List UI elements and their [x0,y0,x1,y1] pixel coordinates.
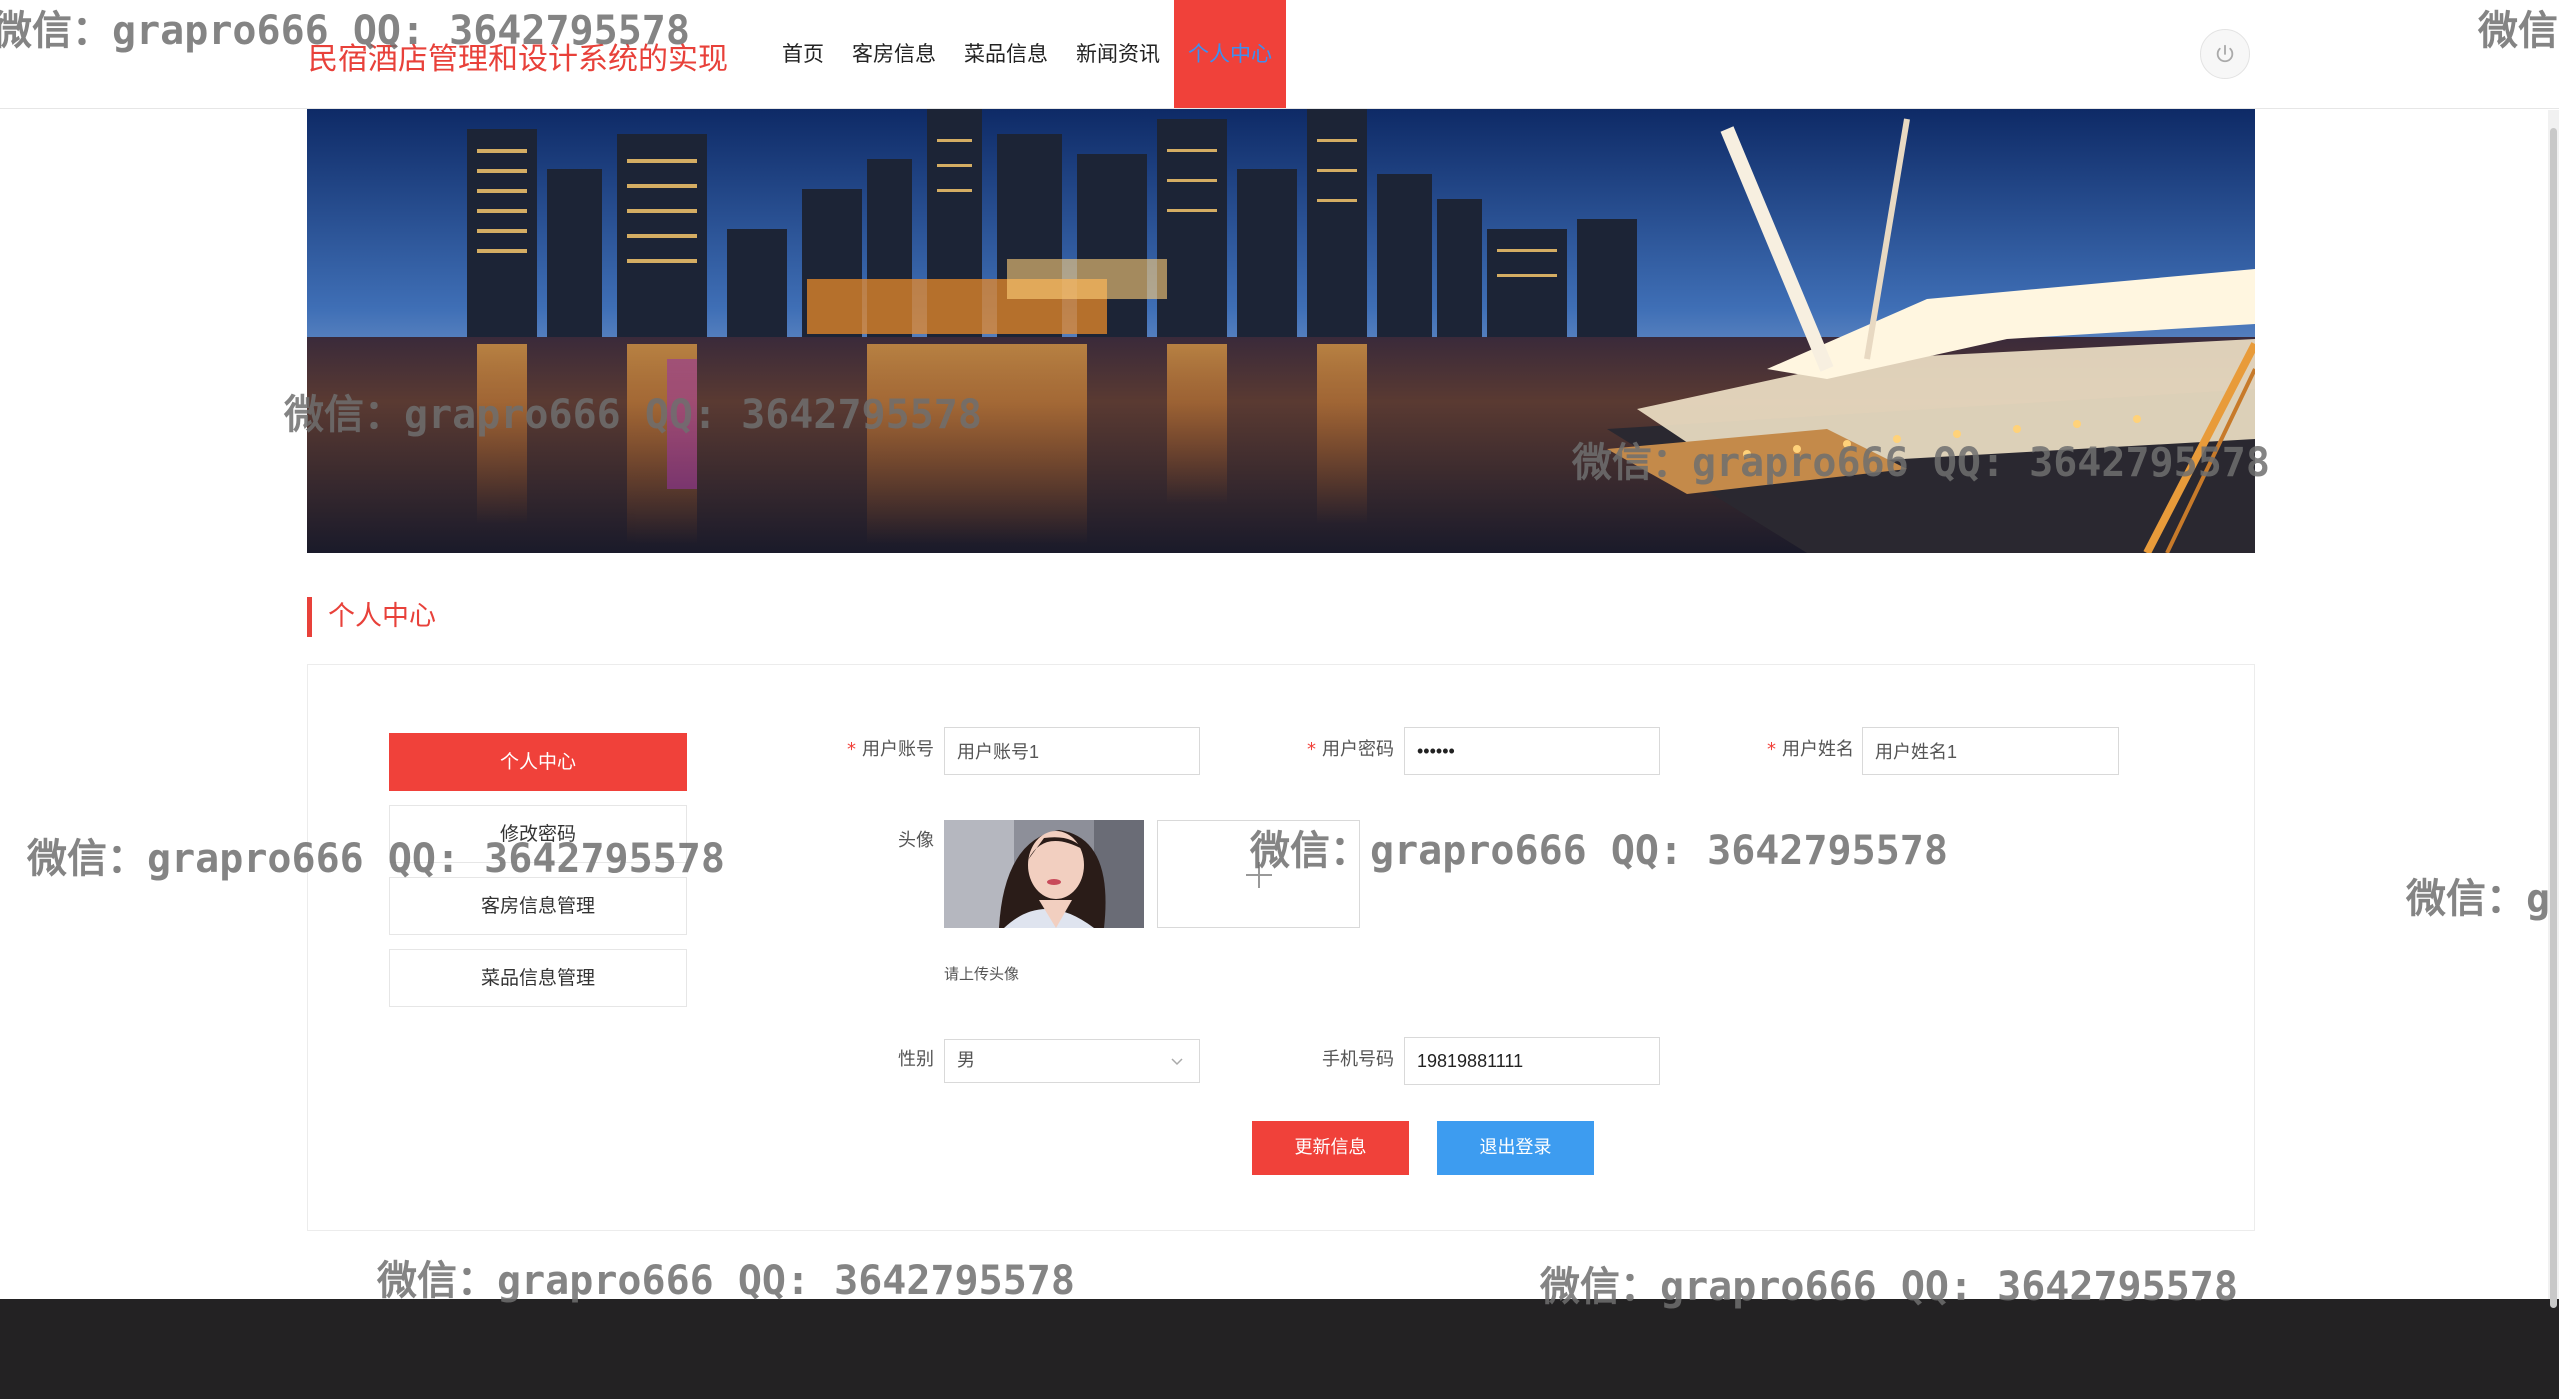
site-title: 民宿酒店管理和设计系统的实现 [308,42,728,77]
nav-rooms[interactable]: 客房信息 [838,0,950,108]
side-item-dish-management[interactable]: 菜品信息管理 [389,949,687,1007]
gender-selected-value: 男 [957,1050,975,1071]
account-input[interactable] [944,727,1200,775]
avatar-image[interactable] [944,820,1144,928]
password-label: * 用户密码 [1307,739,1394,760]
nav-dishes[interactable]: 菜品信息 [950,0,1062,108]
phone-label: 手机号码 [1322,1049,1394,1070]
name-label: * 用户姓名 [1767,739,1854,760]
avatar-upload-hint: 请上传头像 [944,965,1020,983]
watermark-text: 微信：g [2406,876,2551,922]
side-item-change-password[interactable]: 修改密码 [389,805,687,863]
gender-select[interactable]: 男 [944,1039,1200,1083]
power-icon [2216,44,2234,63]
password-input[interactable] [1404,727,1660,775]
nav-profile[interactable]: 个人中心 [1174,0,1286,108]
watermark-text: 微信：grapro666 QQ: 3642795578 [377,1258,1075,1304]
name-input[interactable] [1862,727,2119,775]
logout-button[interactable]: 退出登录 [1437,1121,1594,1175]
nav-news[interactable]: 新闻资讯 [1062,0,1174,108]
side-menu: 个人中心 修改密码 客房信息管理 菜品信息管理 [389,733,687,1021]
side-item-room-management[interactable]: 客房信息管理 [389,877,687,935]
nav-home[interactable]: 首页 [768,0,838,108]
top-header: 民宿酒店管理和设计系统的实现 首页 客房信息 菜品信息 新闻资讯 个人中心 [0,0,2559,109]
gender-label: 性别 [898,1049,934,1070]
side-item-profile[interactable]: 个人中心 [389,733,687,791]
banner-image [307,109,2255,553]
update-info-button[interactable]: 更新信息 [1252,1121,1409,1175]
page-footer [0,1299,2559,1399]
avatar-upload-box[interactable] [1157,820,1360,928]
plus-icon [1246,862,1272,888]
profile-panel: 个人中心 修改密码 客房信息管理 菜品信息管理 *用户账号 *用户密码 *用户姓… [307,664,2255,1231]
phone-input[interactable] [1404,1037,1660,1085]
scrollbar-thumb[interactable] [2550,128,2557,1308]
logout-power-button[interactable] [2200,29,2250,79]
chevron-down-icon [1171,1058,1183,1066]
main-nav: 首页 客房信息 菜品信息 新闻资讯 个人中心 [768,0,1286,108]
avatar-label: 头像 [898,830,934,851]
section-title: 个人中心 [307,597,436,637]
account-label: * 用户账号 [847,739,934,760]
